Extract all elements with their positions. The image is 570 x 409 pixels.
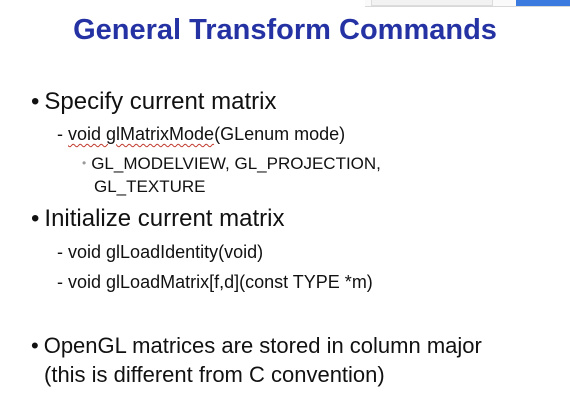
bullet-marker: •: [31, 333, 39, 358]
bullet-column-major-line-2: (this is different from C convention): [44, 362, 385, 388]
sub-bullet-matrixmode: - void glMatrixMode(GLenum mode): [57, 124, 345, 145]
function-params: (GLenum mode): [214, 124, 346, 144]
underlined-function-name: void glMatrixMode: [68, 124, 215, 144]
detail-line-2-row: GL_TEXTURE: [94, 177, 205, 197]
dash-marker: -: [57, 272, 63, 292]
bullet-text-line-1: OpenGL matrices are stored in column maj…: [43, 333, 482, 358]
toolbar-button-fragment[interactable]: [516, 0, 570, 6]
browser-toolbar-fragment: [365, 0, 570, 7]
dash-marker: -: [57, 242, 63, 262]
bullet-marker: •: [31, 88, 40, 115]
bullet-marker: •: [31, 205, 40, 232]
address-field-fragment[interactable]: [371, 0, 493, 6]
bullet-text: Initialize current matrix: [44, 205, 285, 232]
bullet-initialize-matrix: • Initialize current matrix: [31, 205, 284, 233]
sub-bullet-text: void glLoadIdentity(void): [68, 242, 264, 262]
dash-marker: -: [57, 124, 63, 144]
detail-line-2: GL_TEXTURE: [94, 177, 206, 196]
bullet-text-line-2: (this is different from C convention): [44, 362, 385, 387]
bullet-text: Specify current matrix: [44, 88, 277, 115]
detail-bullet-modes: • GL_MODELVIEW, GL_PROJECTION,: [82, 154, 381, 174]
sub-bullet-loadidentity: - void glLoadIdentity(void): [57, 242, 263, 263]
bullet-specify-matrix: • Specify current matrix: [31, 88, 276, 116]
sub-bullet-loadmatrix: - void glLoadMatrix[f,d](const TYPE *m): [57, 272, 373, 293]
small-bullet-marker: •: [82, 156, 87, 170]
sub-bullet-text: void glLoadMatrix[f,d](const TYPE *m): [68, 272, 373, 292]
detail-line-1: GL_MODELVIEW, GL_PROJECTION,: [91, 154, 381, 173]
slide-title: General Transform Commands: [73, 14, 497, 46]
bullet-column-major: • OpenGL matrices are stored in column ma…: [31, 333, 482, 359]
